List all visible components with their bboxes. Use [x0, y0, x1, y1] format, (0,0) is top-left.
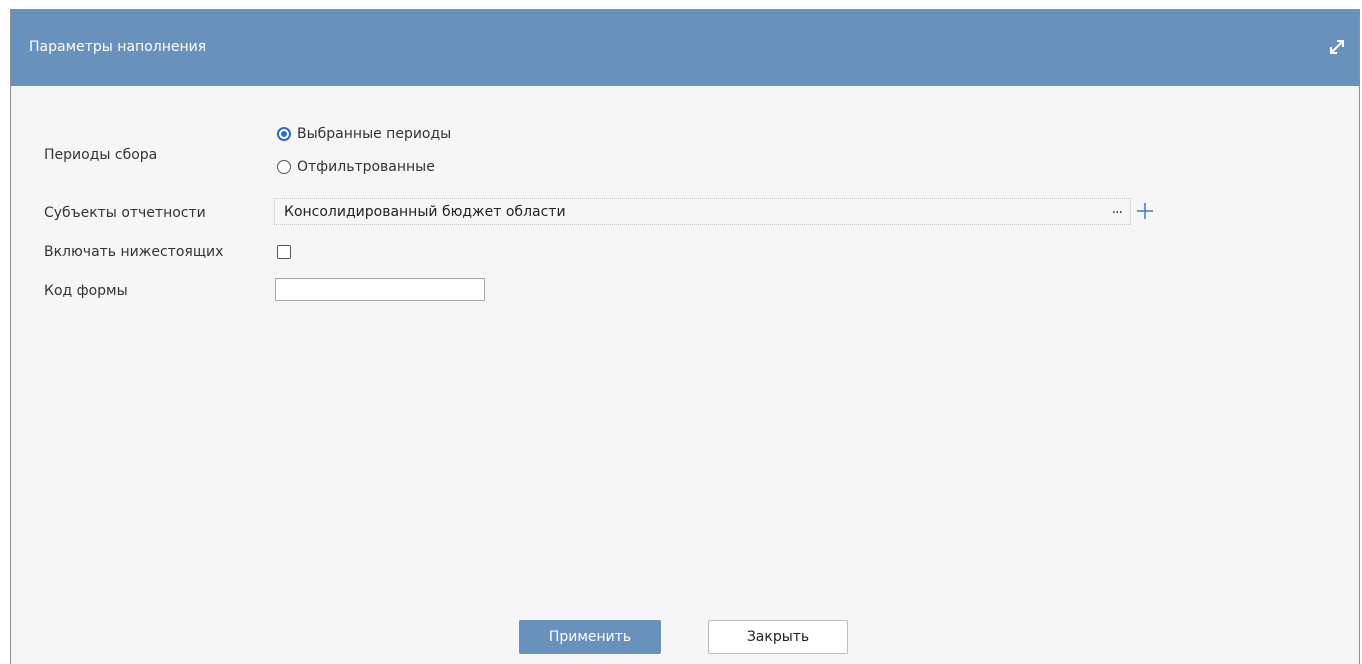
- radio-selected-periods-label: Выбранные периоды: [297, 126, 452, 142]
- include-subordinates-checkbox[interactable]: [277, 245, 291, 259]
- plus-icon[interactable]: [1134, 200, 1156, 222]
- radio-filtered-label: Отфильтрованные: [297, 159, 435, 175]
- radio-selected-periods-indicator[interactable]: [277, 127, 291, 141]
- reporting-subjects-value: Консолидированный бюджет области: [284, 204, 566, 220]
- form-code-label: Код формы: [44, 283, 128, 299]
- form-code-input[interactable]: [275, 278, 485, 301]
- apply-button[interactable]: Применить: [519, 620, 661, 654]
- dialog-titlebar: Параметры наполнения: [11, 10, 1359, 86]
- dialog-title: Параметры наполнения: [29, 39, 207, 55]
- include-subordinates-label: Включать нижестоящих: [44, 244, 224, 260]
- collection-periods-label: Периоды сбора: [44, 147, 158, 163]
- radio-filtered[interactable]: Отфильтрованные: [277, 157, 435, 177]
- browse-subjects-button[interactable]: ...: [1112, 201, 1123, 217]
- reporting-subjects-field[interactable]: Консолидированный бюджет области ...: [274, 198, 1131, 225]
- radio-filtered-indicator[interactable]: [277, 160, 291, 174]
- reporting-subjects-label: Субъекты отчетности: [44, 205, 206, 221]
- fill-parameters-dialog: Параметры наполнения Периоды сбора Выбра…: [10, 9, 1360, 664]
- close-button[interactable]: Закрыть: [708, 620, 848, 654]
- radio-selected-periods[interactable]: Выбранные периоды: [277, 124, 451, 144]
- maximize-icon[interactable]: [1327, 37, 1347, 57]
